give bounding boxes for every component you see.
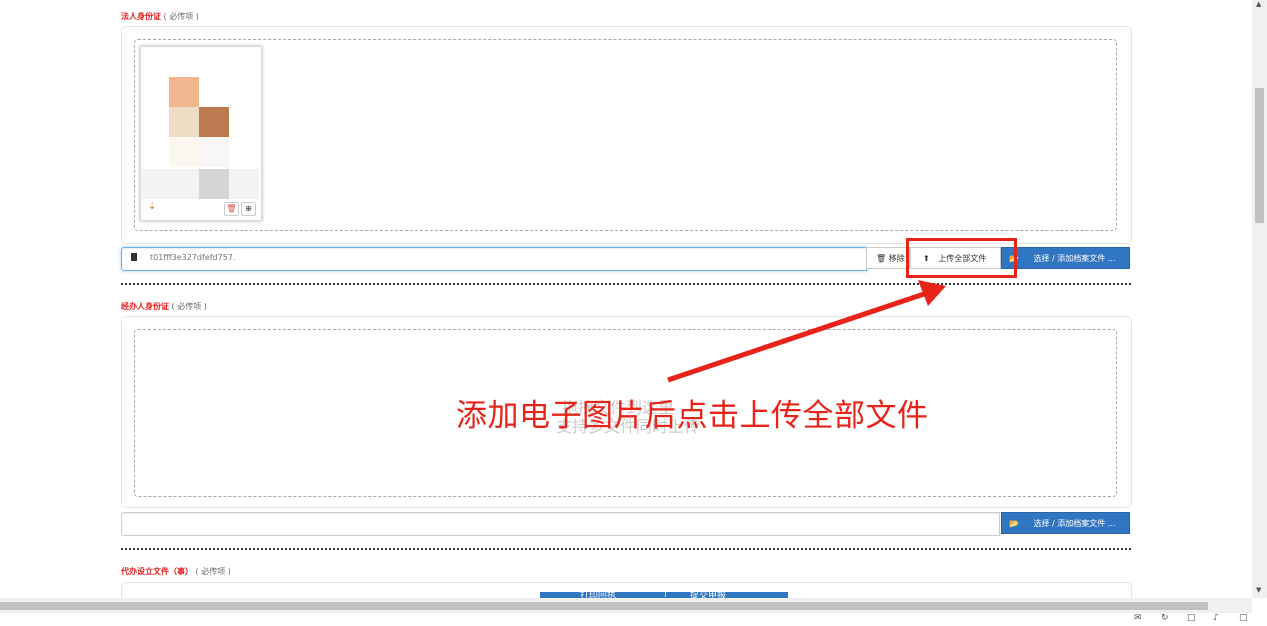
print-receipt-button[interactable]: 打印回执 (580, 588, 616, 598)
section-divider (121, 283, 1131, 285)
section-title-label: 经办人身份证 (121, 302, 169, 311)
required-hint: ( 必传项 ) (163, 12, 199, 21)
browse-button[interactable]: 📂 选择 / 添加档案文件 ... (1001, 512, 1130, 534)
folder-open-icon: 📂 (1009, 519, 1019, 528)
zoom-icon[interactable]: ⊕ (241, 202, 256, 216)
section-title-agent-id: 经办人身份证 ( 必传项 ) (121, 301, 207, 312)
upload-pending-icon: ⇣ (148, 201, 157, 212)
bottom-divider: | (664, 588, 668, 598)
callout-instruction-text: 添加电子图片后点击上传全部文件 (456, 398, 929, 434)
trash-icon: 🗑 (876, 254, 887, 263)
system-tray: ✉ ↻ □ ♪ ▢ (0, 613, 1267, 626)
required-hint: ( 必传项 ) (171, 302, 207, 311)
section-title-label: 代办设立文件（事） (121, 567, 193, 576)
required-hint: ( 必传项 ) (195, 567, 231, 576)
browse-button[interactable]: 📂 选择 / 添加档案文件 ... (1001, 247, 1130, 269)
browse-label: 选择 / 添加档案文件 ... (1033, 519, 1116, 528)
browse-label: 选择 / 添加档案文件 ... (1033, 254, 1116, 263)
vertical-scrollbar[interactable]: ▲ ▼ (1252, 0, 1267, 598)
section-title-proxy-docs: 代办设立文件（事） ( 必传项 ) (121, 566, 231, 577)
section-title-legal-person-id: 法人身份证 ( 必传项 ) (121, 11, 199, 22)
horizontal-scrollbar[interactable] (0, 598, 1252, 613)
refresh-icon[interactable]: ↻ (1161, 613, 1169, 623)
upload-zone-legal-person (121, 26, 1132, 244)
file-caption-name: t01fff3e327dfefd757. (150, 253, 236, 262)
submit-button[interactable]: 提交申报 (690, 588, 726, 598)
remove-button[interactable]: 🗑 移除 (866, 247, 910, 269)
scroll-up-icon[interactable]: ▲ (1256, 0, 1261, 8)
callout-highlight-box (906, 238, 1017, 278)
window-icon[interactable]: ▢ (1239, 613, 1248, 623)
file-caption-input[interactable] (121, 512, 1000, 536)
remove-label: 移除 (888, 254, 905, 263)
scroll-down-icon[interactable]: ▼ (1256, 586, 1261, 594)
scrollbar-thumb[interactable] (0, 602, 1208, 610)
trash-icon[interactable]: 🗑 (224, 202, 239, 216)
file-icon (131, 253, 137, 261)
drop-area[interactable] (134, 39, 1117, 231)
section-divider (121, 548, 1131, 550)
speaker-icon[interactable]: ♪ (1213, 613, 1219, 623)
section-title-label: 法人身份证 (121, 12, 161, 21)
file-preview-thumbnail: ⇣ 🗑 ⊕ (140, 46, 262, 221)
page-content: 法人身份证 ( 必传项 ) ⇣ 🗑 ⊕ t01fff3e327dfefd757.… (0, 0, 1252, 598)
scrollbar-thumb[interactable] (1255, 88, 1264, 223)
feedback-icon[interactable]: ✉ (1134, 613, 1142, 623)
file-caption-input[interactable]: t01fff3e327dfefd757. (121, 247, 867, 271)
clipboard-icon[interactable]: □ (1187, 613, 1196, 623)
